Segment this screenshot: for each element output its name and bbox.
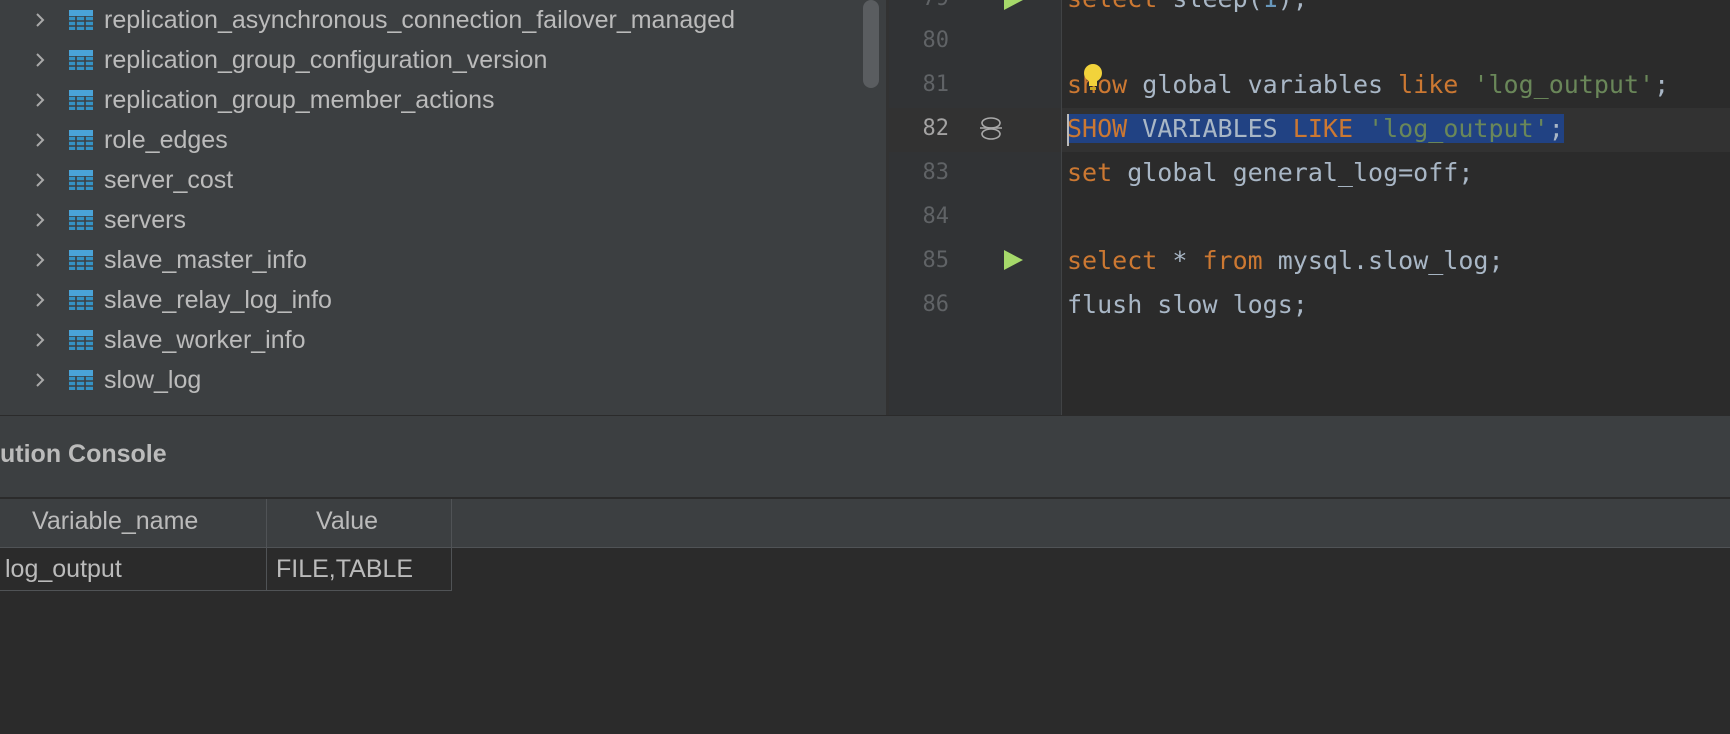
table-icon (69, 130, 93, 150)
line-number: 83 (922, 160, 950, 185)
sql-editor[interactable]: 79 80 81 82 83 84 85 86 select sleep(1);… (889, 0, 1730, 415)
code-line: show global variables like 'log_output'; (1067, 70, 1670, 99)
chevron-right-icon[interactable] (30, 130, 50, 150)
tree-item-label: slave_worker_info (104, 326, 306, 354)
code-line: flush slow logs; (1067, 290, 1308, 319)
grid-row-divider (0, 590, 452, 591)
run-statement-icon[interactable] (1001, 248, 1025, 272)
chevron-right-icon[interactable] (30, 330, 50, 350)
code-line: select * from mysql.slow_log; (1067, 246, 1504, 275)
tree-item[interactable]: slave_relay_log_info (0, 280, 860, 320)
chevron-right-icon[interactable] (30, 50, 50, 70)
tree-item-label: replication_group_member_actions (104, 86, 495, 114)
line-number: 82 (922, 116, 950, 141)
chevron-right-icon[interactable] (30, 170, 50, 190)
tree-item[interactable]: slave_worker_info (0, 320, 860, 360)
database-tree-panel: replication_asynchronous_connection_fail… (0, 0, 886, 415)
tree-item[interactable]: replication_group_configuration_version (0, 40, 860, 80)
chevron-right-icon[interactable] (30, 10, 50, 30)
line-number: 86 (922, 292, 950, 317)
tree-item[interactable]: role_edges (0, 120, 860, 160)
table-icon (69, 10, 93, 30)
result-grid-header (0, 499, 1730, 548)
table-icon (69, 50, 93, 70)
text-caret (1067, 114, 1069, 146)
table-icon (69, 90, 93, 110)
line-number: 79 (889, 0, 950, 11)
tree-item-label: slave_relay_log_info (104, 286, 332, 314)
run-statement-icon[interactable] (1001, 0, 1025, 12)
chevron-right-icon[interactable] (30, 250, 50, 270)
line-number: 84 (922, 204, 950, 229)
tree-scrollbar[interactable] (863, 0, 879, 88)
table-icon (69, 370, 93, 390)
lightbulb-icon[interactable] (1081, 61, 1105, 93)
tree-item-label: role_edges (104, 126, 228, 154)
tree-item-label: replication_asynchronous_connection_fail… (104, 6, 735, 34)
tree-item-label: replication_group_configuration_version (104, 46, 548, 74)
tree-item-label: slave_master_info (104, 246, 307, 274)
column-header[interactable]: Variable_name (32, 507, 198, 536)
tree-item[interactable]: replication_group_member_actions (0, 80, 860, 120)
table-icon (69, 210, 93, 230)
result-cell[interactable]: FILE,TABLE (276, 555, 413, 584)
tree-item-label: server_cost (104, 166, 234, 194)
chevron-right-icon[interactable] (30, 90, 50, 110)
tree-item[interactable]: slave_master_info (0, 240, 860, 280)
console-header: ution Console (0, 415, 1730, 498)
column-header[interactable]: Value (316, 507, 378, 536)
chevron-right-icon[interactable] (30, 210, 50, 230)
line-number: 80 (922, 28, 950, 53)
result-cell[interactable]: log_output (5, 555, 122, 584)
code-line-selected: SHOW VARIABLES LIKE 'log_output'; (1067, 114, 1564, 143)
table-icon (69, 250, 93, 270)
tree-item[interactable]: replication_asynchronous_connection_fail… (0, 0, 860, 40)
console-title: ution Console (0, 440, 167, 468)
intention-actions-icon[interactable] (977, 115, 1005, 141)
code-line: set global general_log=off; (1067, 158, 1474, 187)
tree-item[interactable]: server_cost (0, 160, 860, 200)
tree-item-label: servers (104, 206, 186, 234)
line-number: 85 (922, 248, 950, 273)
table-icon (69, 330, 93, 350)
tree-item[interactable]: slow_log (0, 360, 860, 400)
line-number: 81 (922, 72, 950, 97)
code-line: select sleep(1); (1067, 0, 1308, 14)
grid-column-divider[interactable] (451, 499, 452, 591)
table-icon (69, 290, 93, 310)
table-icon (69, 170, 93, 190)
chevron-right-icon[interactable] (30, 290, 50, 310)
grid-column-divider[interactable] (266, 499, 267, 591)
gutter-separator (1061, 0, 1062, 415)
chevron-right-icon[interactable] (30, 370, 50, 390)
tree-item[interactable]: servers (0, 200, 860, 240)
tree-item-label: slow_log (104, 366, 202, 394)
